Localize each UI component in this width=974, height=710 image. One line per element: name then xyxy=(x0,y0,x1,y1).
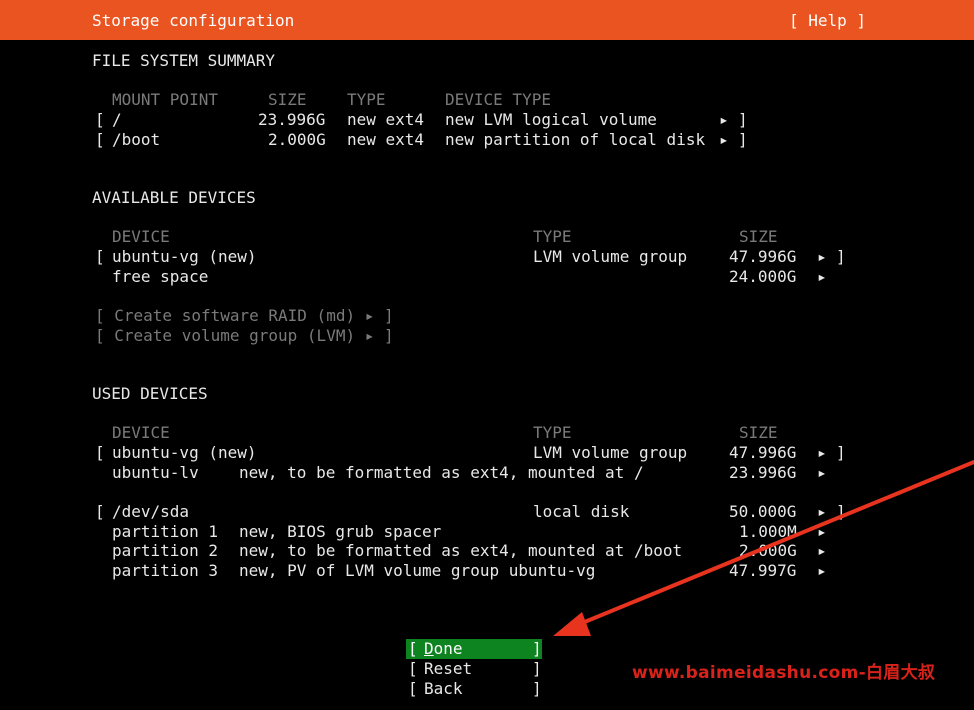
used-row-ubuntu-lv[interactable]: ubuntu-lv new, to be formatted as ext4, … xyxy=(0,463,974,483)
done-label-rest: one xyxy=(433,639,463,658)
expand-arrow-icon[interactable]: ▸ xyxy=(719,130,729,150)
used-header-row: DEVICE TYPE SIZE xyxy=(0,423,974,443)
done-button[interactable]: [ Done ] xyxy=(406,639,542,659)
page-title: Storage configuration xyxy=(92,11,295,30)
used-row-dev-sda[interactable]: [ /dev/sda local disk 50.000G ▸ ] xyxy=(0,502,974,522)
column-header-mount-point: MOUNT POINT xyxy=(112,90,218,109)
expand-arrow-icon[interactable]: ▸ xyxy=(817,463,827,483)
reset-label: Reset xyxy=(424,659,473,678)
done-right-bracket: ] xyxy=(532,639,542,658)
row-close-bracket: ] xyxy=(836,247,846,266)
size-value: 47.997G xyxy=(729,561,797,580)
row-open-bracket: [ xyxy=(95,130,105,149)
size-value: 2.000G xyxy=(739,541,797,560)
device-type: new LVM logical volume xyxy=(445,110,657,129)
device-name: /dev/sda xyxy=(112,502,190,521)
device-name: partition 1 xyxy=(112,522,218,541)
watermark: www.baimeidashu.com-白眉大叔 xyxy=(632,663,936,683)
column-header-size: SIZE xyxy=(739,227,778,246)
device-name: free space xyxy=(112,267,209,286)
device-name: ubuntu-vg (new) xyxy=(112,247,257,266)
expand-arrow-icon[interactable]: ▸ xyxy=(817,267,827,287)
row-close-bracket: ] xyxy=(836,502,846,521)
used-row-partition-1[interactable]: partition 1 new, BIOS grub spacer 1.000M… xyxy=(0,522,974,542)
mount-point: /boot xyxy=(112,130,161,149)
device-type: LVM volume group xyxy=(533,247,688,266)
done-left-bracket: [ xyxy=(408,639,418,658)
column-header-size: SIZE xyxy=(739,423,778,442)
device-name: partition 3 xyxy=(112,561,218,580)
column-header-size: SIZE xyxy=(268,90,307,109)
fs-type: new ext4 xyxy=(347,110,425,129)
expand-arrow-icon[interactable]: ▸ xyxy=(817,247,827,267)
column-header-type: TYPE xyxy=(347,90,386,109)
help-button[interactable]: [ Help ] xyxy=(789,11,866,31)
expand-arrow-icon[interactable]: ▸ xyxy=(719,110,729,130)
expand-arrow-icon[interactable]: ▸ xyxy=(817,443,827,463)
expand-arrow-icon[interactable]: ▸ xyxy=(817,541,827,561)
annotation-arrow-head xyxy=(553,612,591,636)
device-name: ubuntu-lv xyxy=(112,463,199,482)
reset-left-bracket: [ xyxy=(408,659,418,678)
used-devices-heading: USED DEVICES xyxy=(92,384,208,403)
back-label: Back xyxy=(424,679,463,698)
device-name: ubuntu-vg (new) xyxy=(112,443,257,462)
reset-right-bracket: ] xyxy=(532,659,542,678)
available-devices-heading: AVAILABLE DEVICES xyxy=(92,188,256,207)
device-detail: new, PV of LVM volume group ubuntu-vg xyxy=(239,561,596,580)
column-header-type: TYPE xyxy=(533,227,572,246)
row-close-bracket: ] xyxy=(836,443,846,462)
back-button[interactable]: [ Back ] xyxy=(406,679,542,699)
expand-arrow-icon[interactable]: ▸ xyxy=(817,522,827,542)
fs-summary-row-root[interactable]: [ / 23.996G new ext4 new LVM logical vol… xyxy=(0,110,974,130)
size-value: 1.000M xyxy=(739,522,797,541)
used-row-ubuntu-vg[interactable]: [ ubuntu-vg (new) LVM volume group 47.99… xyxy=(0,443,974,463)
create-software-raid-button[interactable]: [ Create software RAID (md) ▸ ] xyxy=(95,306,394,326)
reset-button[interactable]: [ Reset ] xyxy=(406,659,542,679)
back-left-bracket: [ xyxy=(408,679,418,698)
fs-summary-header-row: MOUNT POINT SIZE TYPE DEVICE TYPE xyxy=(0,90,974,110)
device-type: local disk xyxy=(533,502,630,521)
column-header-type: TYPE xyxy=(533,423,572,442)
used-row-partition-2[interactable]: partition 2 new, to be formatted as ext4… xyxy=(0,541,974,561)
size-value: 50.000G xyxy=(729,502,797,521)
column-header-device: DEVICE xyxy=(112,227,170,246)
device-type: new partition of local disk xyxy=(445,130,706,149)
row-open-bracket: [ xyxy=(95,502,105,521)
done-accelerator: D xyxy=(424,639,434,658)
size-value: 23.996G xyxy=(729,463,797,482)
size-value: 47.996G xyxy=(729,247,797,266)
row-open-bracket: [ xyxy=(95,110,105,129)
fs-summary-row-boot[interactable]: [ /boot 2.000G new ext4 new partition of… xyxy=(0,130,974,150)
row-open-bracket: [ xyxy=(95,247,105,266)
row-open-bracket: [ xyxy=(95,443,105,462)
device-detail: new, BIOS grub spacer xyxy=(239,522,442,541)
size-value: 47.996G xyxy=(729,443,797,462)
size-value: 23.996G xyxy=(258,110,326,129)
device-name: partition 2 xyxy=(112,541,218,560)
available-header-row: DEVICE TYPE SIZE xyxy=(0,227,974,247)
size-value: 24.000G xyxy=(729,267,797,286)
row-close-bracket: ] xyxy=(738,110,748,129)
available-row-ubuntu-vg[interactable]: [ ubuntu-vg (new) LVM volume group 47.99… xyxy=(0,247,974,267)
device-detail: new, to be formatted as ext4, mounted at… xyxy=(239,541,683,560)
expand-arrow-icon[interactable]: ▸ xyxy=(817,502,827,522)
device-type: LVM volume group xyxy=(533,443,688,462)
create-volume-group-button[interactable]: [ Create volume group (LVM) ▸ ] xyxy=(95,326,394,346)
done-label: Done xyxy=(424,639,463,659)
device-detail: new, to be formatted as ext4, mounted at… xyxy=(239,463,644,482)
back-right-bracket: ] xyxy=(532,679,542,698)
column-header-device-type: DEVICE TYPE xyxy=(445,90,551,109)
mount-point: / xyxy=(112,110,122,129)
size-value: 2.000G xyxy=(268,130,326,149)
column-header-device: DEVICE xyxy=(112,423,170,442)
row-close-bracket: ] xyxy=(738,130,748,149)
fs-type: new ext4 xyxy=(347,130,425,149)
expand-arrow-icon[interactable]: ▸ xyxy=(817,561,827,581)
fs-summary-heading: FILE SYSTEM SUMMARY xyxy=(92,51,276,70)
available-row-free-space[interactable]: free space 24.000G ▸ xyxy=(0,267,974,287)
header-bar: Storage configuration [ Help ] xyxy=(0,0,974,40)
used-row-partition-3[interactable]: partition 3 new, PV of LVM volume group … xyxy=(0,561,974,581)
